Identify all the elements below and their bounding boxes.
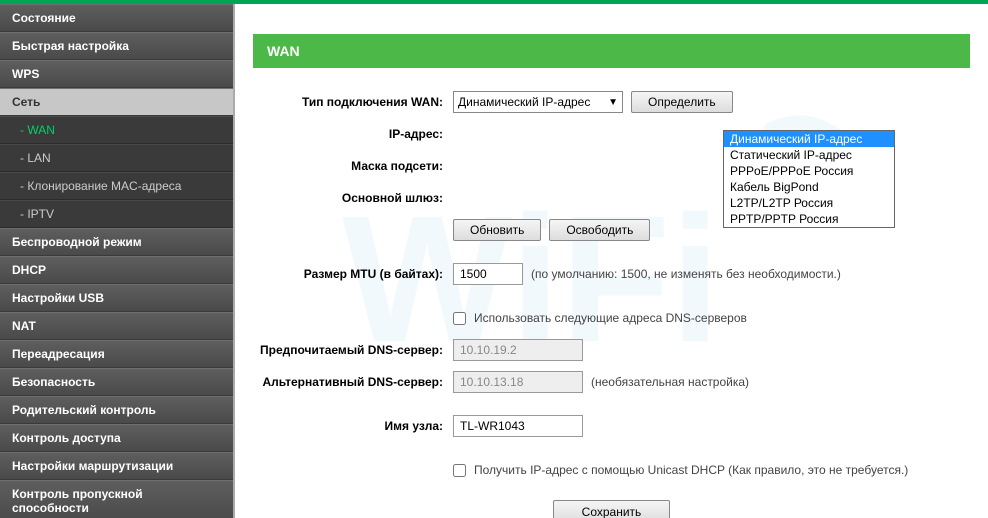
unicast-checkbox[interactable] (453, 464, 466, 477)
wan-type-dropdown: Динамический IP-адресСтатический IP-адре… (723, 130, 895, 228)
sidebar-item-15[interactable]: Контроль доступа (0, 424, 233, 452)
sidebar-item-16[interactable]: Настройки маршрутизации (0, 452, 233, 480)
sidebar-item-8[interactable]: Беспроводной режим (0, 228, 233, 256)
save-button[interactable]: Сохранить (553, 500, 671, 518)
dns-checkbox-label: Использовать следующие адреса DNS-сервер… (474, 311, 747, 325)
dns2-input (453, 371, 583, 393)
dns1-input (453, 339, 583, 361)
dns1-label: Предпочитаемый DNS-сервер: (253, 343, 453, 357)
sidebar-item-12[interactable]: Переадресация (0, 340, 233, 368)
sidebar: СостояниеБыстрая настройкаWPSСеть- WAN- … (0, 4, 235, 518)
gateway-label: Основной шлюз: (253, 191, 453, 205)
release-button[interactable]: Освободить (549, 219, 650, 241)
detect-button[interactable]: Определить (631, 91, 733, 113)
page-title: WAN (253, 34, 970, 68)
sidebar-item-11[interactable]: NAT (0, 312, 233, 340)
dropdown-option-4[interactable]: L2TP/L2TP Россия (724, 195, 894, 211)
sidebar-item-3[interactable]: Сеть (0, 88, 233, 116)
unicast-label: Получить IP-адрес с помощью Unicast DHCP… (474, 463, 908, 477)
refresh-button[interactable]: Обновить (453, 219, 541, 241)
dns2-hint: (необязательная настройка) (591, 375, 749, 389)
main-content: WiFi WAN Тип подключения WAN: Динамическ… (235, 4, 988, 518)
mtu-input[interactable] (453, 263, 523, 285)
sidebar-item-9[interactable]: DHCP (0, 256, 233, 284)
wan-type-label: Тип подключения WAN: (253, 95, 453, 109)
sidebar-item-4[interactable]: - WAN (0, 116, 233, 144)
dropdown-option-1[interactable]: Статический IP-адрес (724, 147, 894, 163)
chevron-down-icon: ▼ (608, 97, 618, 108)
mtu-label: Размер MTU (в байтах): (253, 267, 453, 281)
sidebar-item-7[interactable]: - IPTV (0, 200, 233, 228)
dropdown-option-3[interactable]: Кабель BigPond (724, 179, 894, 195)
sidebar-item-13[interactable]: Безопасность (0, 368, 233, 396)
ip-label: IP-адрес: (253, 127, 453, 141)
sidebar-item-10[interactable]: Настройки USB (0, 284, 233, 312)
wan-type-selected-text: Динамический IP-адрес (458, 95, 590, 109)
sidebar-item-17[interactable]: Контроль пропускной способности (0, 480, 233, 518)
dns-checkbox[interactable] (453, 312, 466, 325)
dropdown-option-2[interactable]: PPPoE/PPPoE Россия (724, 163, 894, 179)
dns2-label: Альтернативный DNS-сервер: (253, 375, 453, 389)
wan-type-select[interactable]: Динамический IP-адрес ▼ (453, 91, 623, 113)
sidebar-item-5[interactable]: - LAN (0, 144, 233, 172)
dropdown-option-5[interactable]: PPTP/PPTP Россия (724, 211, 894, 227)
sidebar-item-0[interactable]: Состояние (0, 4, 233, 32)
host-label: Имя узла: (253, 419, 453, 433)
mask-label: Маска подсети: (253, 159, 453, 173)
sidebar-item-2[interactable]: WPS (0, 60, 233, 88)
sidebar-item-6[interactable]: - Клонирование MAC-адреса (0, 172, 233, 200)
host-input[interactable] (453, 415, 583, 437)
sidebar-item-1[interactable]: Быстрая настройка (0, 32, 233, 60)
mtu-hint: (по умолчанию: 1500, не изменять без нео… (531, 267, 841, 281)
sidebar-item-14[interactable]: Родительский контроль (0, 396, 233, 424)
dropdown-option-0[interactable]: Динамический IP-адрес (724, 131, 894, 147)
